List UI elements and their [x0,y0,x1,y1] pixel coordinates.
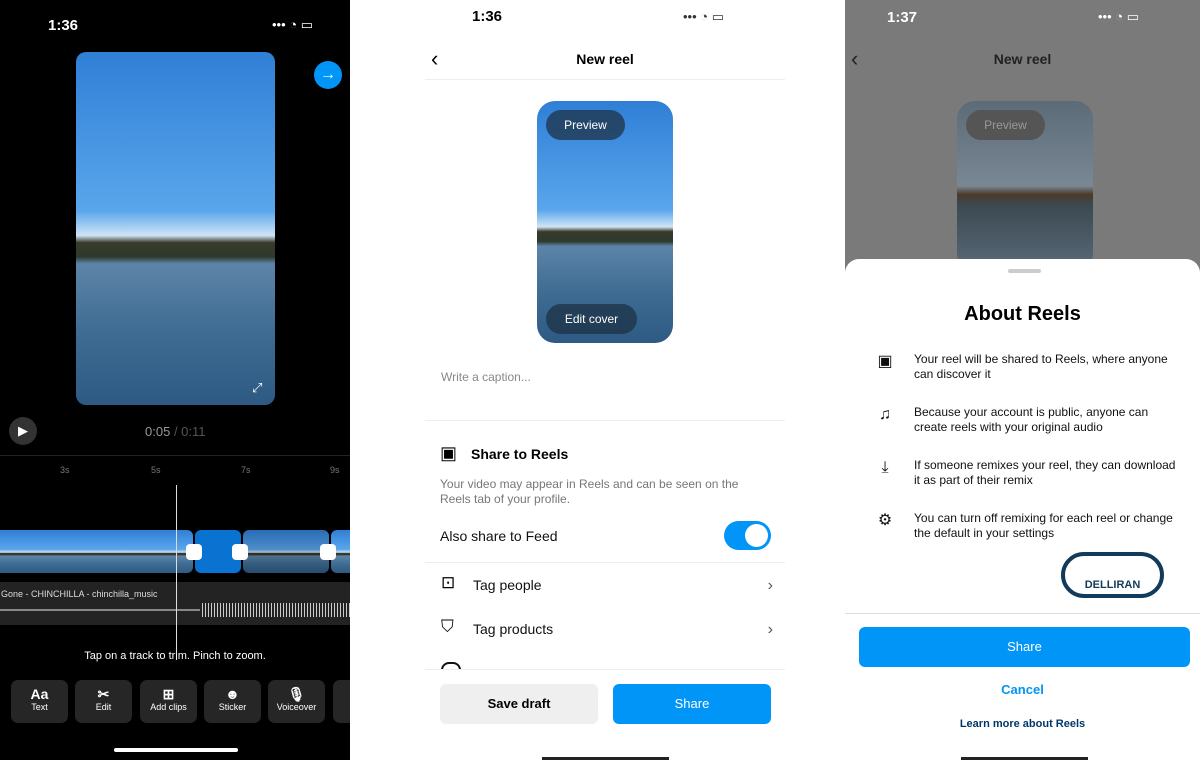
divider [425,79,785,80]
add-clip-icon: ⊞ [162,686,175,702]
edit-cover-button[interactable]: Edit cover [546,304,637,334]
share-button[interactable]: Share [859,627,1190,667]
divider [845,613,1200,614]
trim-handle[interactable] [320,544,336,560]
status-icons: ••• ◔ ▭ [272,17,314,32]
tick: 9s [330,465,340,475]
tool-text[interactable]: Aa Text [11,680,68,723]
clip-track-3[interactable] [243,530,329,573]
trim-hint: Tap on a track to trim. Pinch to zoom. [84,650,266,662]
text-icon: Aa [30,686,49,702]
microphone-icon: 🎙 [287,686,306,702]
tool-add-clips[interactable]: ⊞ Add clips [140,680,197,723]
playhead[interactable] [176,485,177,660]
tag-people-item[interactable]: Tag people › [473,577,773,594]
status-icons: ••• ◔ ▭ [683,9,725,24]
next-arrow-button[interactable]: → [314,61,342,89]
divider [425,420,785,421]
sheet-title: About Reels [964,303,1081,325]
divider [425,562,785,563]
audio-title: Gone - CHINCHILLA - chinchilla_music [1,589,158,599]
tag-products-item[interactable]: Tag products › [473,621,773,638]
chevron-right-icon: › [767,577,773,594]
cancel-button[interactable]: Cancel [845,682,1200,697]
scissors-icon: ✂ [97,686,110,702]
learn-more-link[interactable]: Learn more about Reels [845,718,1200,730]
status-time: 1:37 [887,9,918,26]
tick: 5s [151,465,161,475]
audio-track[interactable]: Gone - CHINCHILLA - chinchilla_music [0,582,350,625]
video-preview[interactable] [76,52,275,405]
page-title: New reel [576,51,634,67]
preview-button: Preview [966,110,1045,140]
waveform [202,603,350,617]
tag-people-icon: ⊡ [441,573,456,592]
tool-voiceover[interactable]: 🎙 Voiceover [268,680,325,723]
feed-toggle[interactable] [724,521,771,550]
fullscreen-icon[interactable]: ⤢ [252,380,262,396]
preview-button[interactable]: Preview [546,110,625,140]
tool-sticker[interactable]: ☻ Sticker [204,680,261,723]
divider [0,455,350,456]
tick: 7s [241,465,251,475]
playback-time: 0:05 / 0:11 [145,424,206,439]
share-to-reels-title: Share to Reels [471,446,569,462]
watermark-logo: DELLIRAN [1061,552,1164,598]
tool-edit[interactable]: ✂ Edit [75,680,132,723]
clip-track-1[interactable] [0,530,193,573]
trim-handle[interactable] [232,544,248,560]
reels-icon: ▣ [877,353,893,370]
status-time: 1:36 [48,17,79,34]
download-icon: ⤓ [881,459,889,476]
page-title: New reel [993,51,1052,67]
save-draft-button[interactable]: Save draft [440,684,598,724]
waveform-quiet [0,609,200,611]
tick: 3s [60,465,70,475]
audio-icon: ♫ [879,406,891,423]
shopping-bag-icon: ⛉ [441,617,454,636]
also-share-feed-label: Also share to Feed [440,528,558,544]
share-description: Your video may appear in Reels and can b… [440,477,739,506]
play-button[interactable]: ▶ [9,417,37,445]
trim-handle[interactable] [186,544,202,560]
status-time: 1:36 [472,8,503,25]
chevron-right-icon: › [767,621,773,638]
reels-icon: ▣ [440,443,458,463]
caption-input[interactable]: Write a caption... [441,370,531,384]
divider [425,669,785,670]
reel-editor-screen: 1:36 ••• ◔ ▭ ⤢ → ▶ 0:05 / 0:11 3s 5s 7s … [0,0,363,760]
sticker-icon: ☻ [225,686,240,702]
sheet-grabber[interactable] [1008,269,1041,273]
home-indicator [114,748,238,752]
settings-icon: ⚙ [877,512,893,529]
share-button[interactable]: Share [613,684,771,724]
status-icons: ••• ◔ ▭ [1098,9,1140,24]
